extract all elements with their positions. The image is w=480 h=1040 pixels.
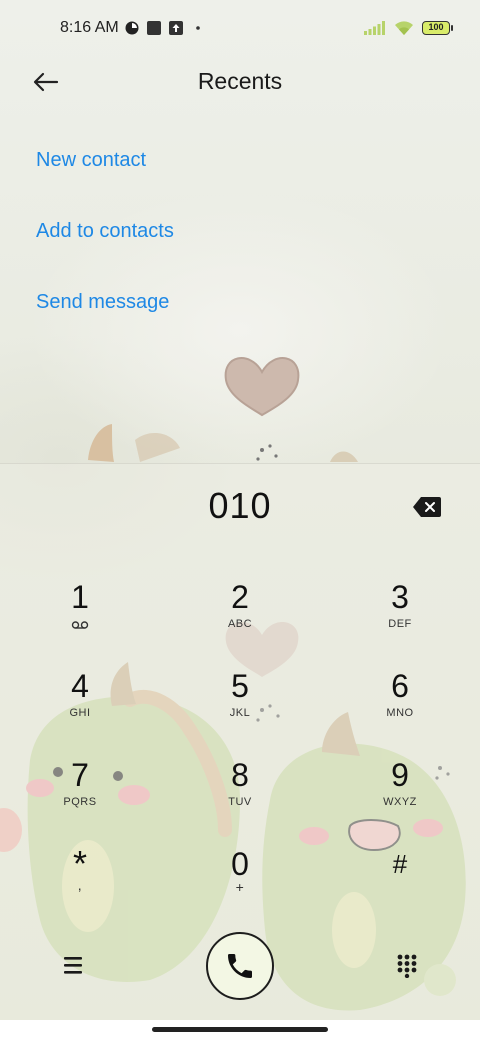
- key-8[interactable]: 8 TUV: [190, 756, 290, 836]
- key-digit: 9: [391, 757, 409, 793]
- key-6[interactable]: 6 MNO: [350, 667, 450, 747]
- stop-icon: [146, 21, 161, 35]
- dialer-bottom-bar: [0, 930, 480, 1002]
- key-digit: 6: [391, 668, 409, 704]
- add-to-contacts-link[interactable]: Add to contacts: [36, 201, 174, 272]
- dialed-number: 010: [208, 485, 272, 526]
- backspace-icon: [413, 497, 441, 517]
- status-icons-right: 100: [364, 20, 453, 36]
- signal-icon: [364, 21, 385, 35]
- key-1[interactable]: 1: [30, 578, 130, 658]
- page-title: Recents: [197, 68, 283, 94]
- key-2[interactable]: 2 ABC: [190, 578, 290, 658]
- key-digit: 5: [231, 668, 249, 704]
- header: Recents: [0, 56, 480, 108]
- key-digit: 3: [391, 579, 409, 615]
- key-3[interactable]: 3 DEF: [350, 578, 450, 658]
- key-letters: GHI: [69, 707, 91, 719]
- new-contact-link[interactable]: New contact: [36, 130, 174, 201]
- key-star[interactable]: * ,: [30, 845, 130, 925]
- call-button[interactable]: [206, 932, 274, 1000]
- send-message-link[interactable]: Send message: [36, 272, 174, 343]
- status-icons-left: [125, 21, 205, 35]
- wifi-icon: [395, 21, 413, 35]
- key-7[interactable]: 7 PQRS: [30, 756, 130, 836]
- key-digit: 0: [231, 846, 249, 882]
- status-bar: 8:16 AM 100: [0, 0, 480, 56]
- system-nav-bar: [0, 1020, 480, 1040]
- key-4[interactable]: 4 GHI: [30, 667, 130, 747]
- key-digit: 2: [231, 579, 249, 615]
- dialpad-toggle-button[interactable]: [396, 954, 418, 979]
- number-actions: New contact Add to contacts Send message: [36, 130, 174, 343]
- theme-icon: [125, 21, 139, 35]
- key-letters: PQRS: [63, 796, 97, 808]
- key-letters: ABC: [227, 618, 253, 630]
- key-5[interactable]: 5 JKL: [190, 667, 290, 747]
- key-digit: #: [392, 849, 408, 879]
- dialpad-icon: [397, 954, 417, 979]
- home-indicator[interactable]: [152, 1027, 328, 1032]
- key-digit: 7: [71, 757, 89, 793]
- key-letters: WXYZ: [383, 796, 417, 808]
- key-letters: +: [235, 879, 245, 895]
- upload-icon: [168, 21, 183, 35]
- hamburger-menu-icon: [64, 957, 82, 974]
- key-letters: JKL: [229, 707, 251, 719]
- key-letters: MNO: [386, 707, 414, 719]
- battery-icon: 100: [422, 21, 453, 35]
- key-9[interactable]: 9 WXYZ: [350, 756, 450, 836]
- menu-button[interactable]: [60, 954, 86, 976]
- key-letters: ,: [77, 877, 83, 893]
- dot-icon: [195, 26, 200, 30]
- key-letters: TUV: [228, 796, 252, 808]
- key-digit: 8: [231, 757, 249, 793]
- backspace-button[interactable]: [412, 496, 442, 518]
- key-digit: 1: [71, 579, 89, 615]
- status-time: 8:16 AM: [60, 19, 119, 36]
- key-hash[interactable]: #: [350, 845, 450, 925]
- key-0[interactable]: 0 +: [190, 845, 290, 925]
- key-letters: DEF: [388, 618, 412, 630]
- phone-icon: [228, 954, 252, 978]
- voicemail-icon: [71, 621, 89, 629]
- key-digit: 4: [71, 668, 89, 704]
